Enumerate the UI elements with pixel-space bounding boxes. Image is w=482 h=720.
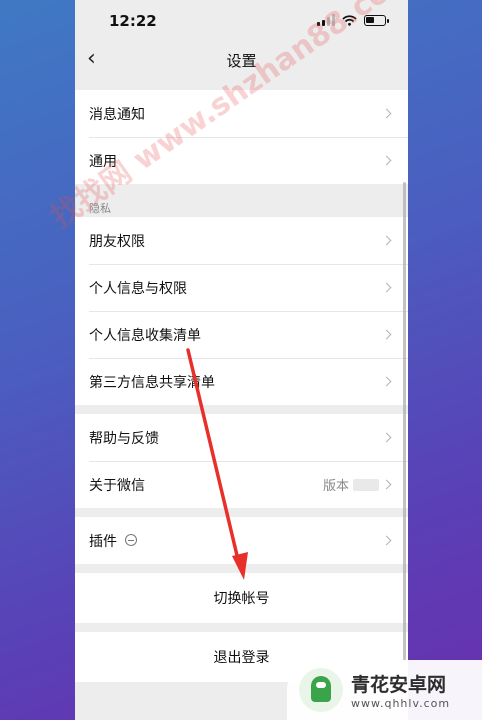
battery-icon <box>364 14 389 26</box>
version-number-blur <box>353 478 379 491</box>
group-plugin: 插件 <box>75 517 408 564</box>
row-label: 第三方信息共享清单 <box>89 374 215 391</box>
chevron-right-icon <box>381 329 392 340</box>
row-general[interactable]: 通用 <box>75 137 408 184</box>
signal-icon <box>317 14 335 26</box>
row-label: 朋友权限 <box>89 233 145 250</box>
row-label: 关于微信 <box>89 477 145 494</box>
chevron-right-icon <box>381 535 392 546</box>
chevron-right-icon <box>381 155 392 166</box>
plugin-label: 插件 <box>89 533 117 550</box>
group-privacy: 朋友权限 个人信息与权限 个人信息收集清单 第三方信息共享清单 <box>75 217 408 405</box>
row-label: 个人信息与权限 <box>89 280 187 297</box>
row-label: 消息通知 <box>89 106 145 123</box>
row-label: 通用 <box>89 153 117 170</box>
row-notifications[interactable]: 消息通知 <box>75 90 408 137</box>
row-label: 个人信息收集清单 <box>89 327 201 344</box>
section-label-privacy: 隐私 <box>89 202 111 215</box>
page-title: 设置 <box>226 52 257 70</box>
wifi-icon <box>342 14 357 26</box>
version-text: 版本 <box>322 479 349 494</box>
scrollbar[interactable] <box>403 182 406 662</box>
status-time: 12:22 <box>109 12 157 30</box>
row-label: 插件 <box>89 531 383 551</box>
row-about-wechat[interactable]: 关于微信 版本 <box>75 461 408 508</box>
site-logo-icon <box>299 668 343 712</box>
row-plugins[interactable]: 插件 <box>75 517 408 564</box>
row-third-party-sharing[interactable]: 第三方信息共享清单 <box>75 358 408 405</box>
group-help: 帮助与反馈 关于微信 版本 <box>75 414 408 508</box>
row-friend-permissions[interactable]: 朋友权限 <box>75 217 408 264</box>
chevron-right-icon <box>381 282 392 293</box>
site-name: 青花安卓网 <box>351 674 447 696</box>
chevron-right-icon <box>381 479 392 490</box>
site-url: www.qhhlv.com <box>351 697 451 710</box>
switch-account-button[interactable]: 切换帐号 <box>75 573 408 623</box>
plugin-icon <box>125 533 137 546</box>
nav-bar: ‹ 设置 <box>75 42 408 78</box>
row-label: 帮助与反馈 <box>89 430 159 447</box>
chevron-right-icon <box>381 376 392 387</box>
settings-list: 消息通知 通用 隐私 朋友权限 个人信息与权限 个人信息收集清单 第三方信息共享… <box>75 84 408 720</box>
phone-screen: 12:22 ‹ 设置 消息通知 通用 隐私 朋友权限 个人信息与权限 个人信息收… <box>75 0 408 720</box>
chevron-right-icon <box>381 235 392 246</box>
status-icons <box>317 14 389 26</box>
row-help-feedback[interactable]: 帮助与反馈 <box>75 414 408 461</box>
chevron-right-icon <box>381 432 392 443</box>
group-general: 消息通知 通用 <box>75 90 408 184</box>
row-personal-info-collected[interactable]: 个人信息收集清单 <box>75 311 408 358</box>
row-personal-info-permissions[interactable]: 个人信息与权限 <box>75 264 408 311</box>
status-bar: 12:22 <box>75 0 408 42</box>
chevron-right-icon <box>381 108 392 119</box>
version-value: 版本 <box>323 475 379 494</box>
site-badge: 青花安卓网 www.qhhlv.com <box>287 660 482 720</box>
